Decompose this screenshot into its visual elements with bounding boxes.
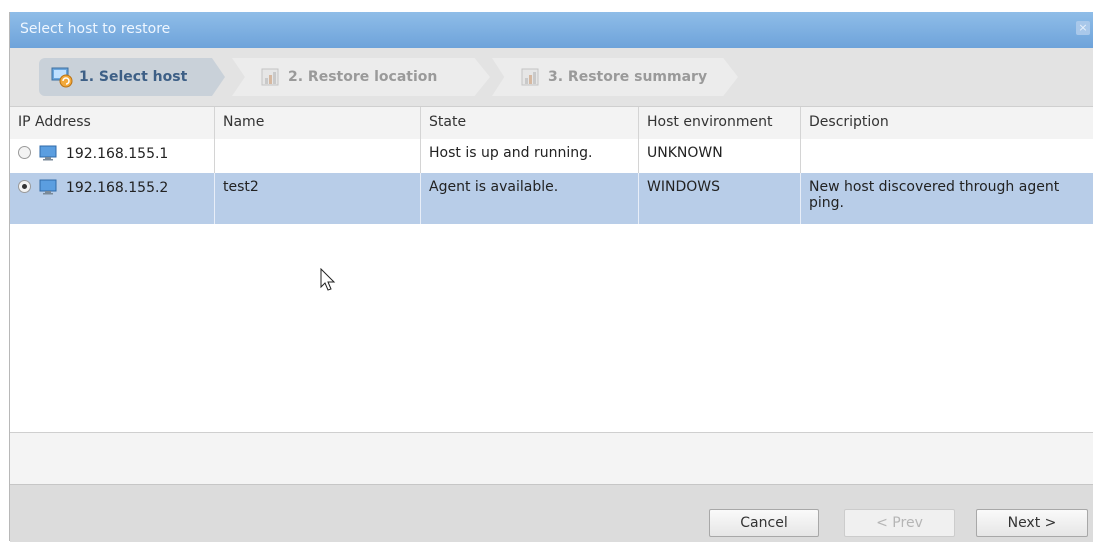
ip-cell: 192.168.155.2: [10, 173, 215, 224]
ip-cell: 192.168.155.1: [10, 139, 215, 173]
state-cell: Host is up and running.: [421, 139, 639, 173]
host-restore-icon: [51, 67, 73, 88]
table-row[interactable]: 192.168.155.1 Host is up and running. UN…: [10, 139, 1093, 174]
ip-address: 192.168.155.1: [65, 146, 169, 162]
table-footer: [10, 432, 1093, 485]
host-table: IP Address Name State Host environment D…: [10, 106, 1093, 433]
environment-cell: UNKNOWN: [639, 139, 801, 173]
wizard-steps: 1. Select host 2. Restore location 3. Re…: [10, 48, 1093, 106]
host-radio[interactable]: [18, 180, 31, 193]
step-restore-location[interactable]: 2. Restore location: [232, 58, 490, 96]
name-cell: test2: [215, 173, 421, 224]
dialog-titlebar[interactable]: Select host to restore ×: [10, 12, 1093, 48]
description-cell: New host discovered through agent ping.: [809, 179, 1060, 211]
step-label: 3. Restore summary: [548, 69, 708, 85]
table-header: IP Address Name State Host environment D…: [10, 107, 1093, 140]
column-header-ip[interactable]: IP Address: [10, 107, 215, 139]
table-row[interactable]: 192.168.155.2 test2 Agent is available. …: [10, 173, 1093, 224]
chart-icon: [521, 68, 539, 86]
column-header-description[interactable]: Description: [801, 107, 1093, 139]
name-cell: [215, 139, 421, 173]
description-cell: [801, 139, 1093, 173]
mouse-cursor-icon: [320, 268, 336, 291]
column-header-name[interactable]: Name: [215, 107, 421, 139]
environment-cell: WINDOWS: [639, 173, 801, 224]
step-select-host[interactable]: 1. Select host: [39, 58, 225, 96]
dialog-title: Select host to restore: [20, 21, 171, 37]
next-button[interactable]: Next >: [976, 509, 1088, 537]
step-label: 2. Restore location: [288, 69, 438, 85]
state-cell: Agent is available.: [421, 173, 639, 224]
prev-button[interactable]: < Prev: [844, 509, 955, 537]
chart-icon: [261, 68, 279, 86]
step-label: 1. Select host: [79, 69, 188, 85]
column-header-environment[interactable]: Host environment: [639, 107, 801, 139]
host-radio[interactable]: [18, 146, 31, 159]
computer-icon: [39, 179, 57, 195]
step-restore-summary[interactable]: 3. Restore summary: [492, 58, 738, 96]
column-header-state[interactable]: State: [421, 107, 639, 139]
ip-address: 192.168.155.2: [65, 180, 169, 196]
computer-icon: [39, 145, 57, 161]
close-icon[interactable]: ×: [1076, 21, 1090, 35]
cancel-button[interactable]: Cancel: [709, 509, 819, 537]
restore-dialog: Select host to restore × 1. Select host …: [9, 12, 1093, 542]
button-bar: Cancel < Prev Next >: [10, 484, 1093, 542]
